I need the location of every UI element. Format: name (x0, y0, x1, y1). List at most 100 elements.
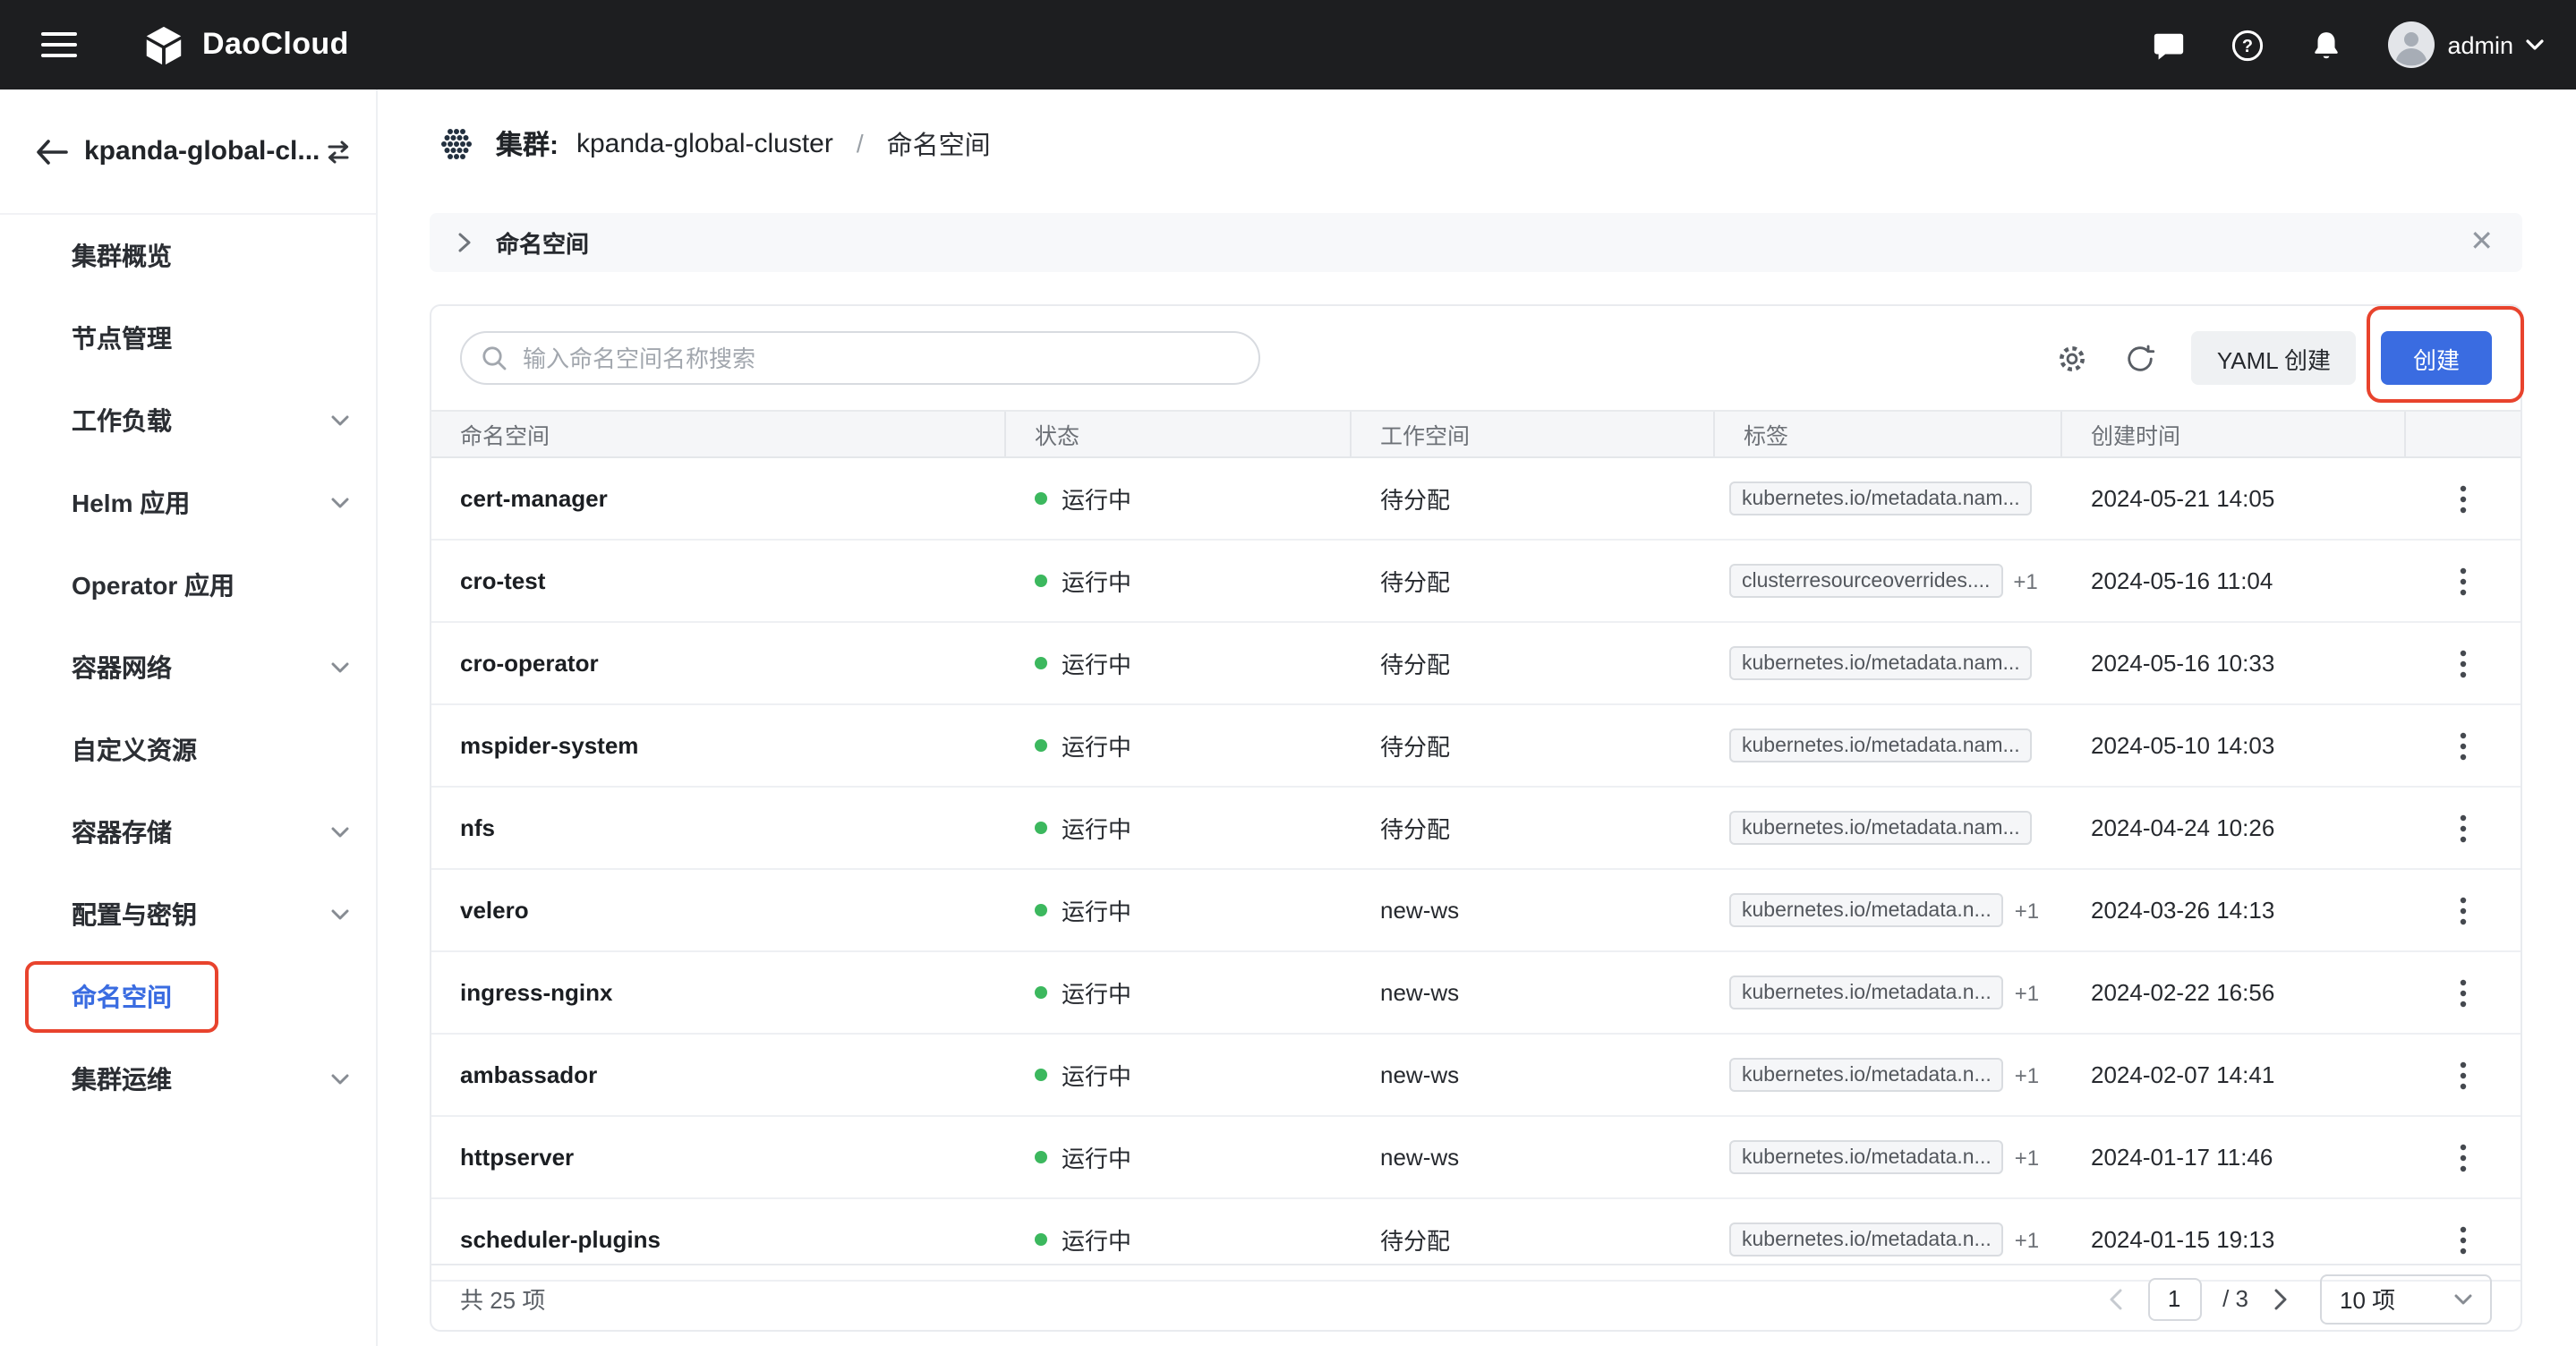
status-text: 运行中 (1062, 734, 1132, 761)
status-dot-icon (1035, 1233, 1047, 1246)
row-actions-kebab-icon[interactable] (2445, 889, 2481, 932)
label-extra-count: +1 (2014, 1062, 2040, 1087)
chevron-down-icon (331, 909, 349, 920)
create-button[interactable]: 创建 (2380, 331, 2492, 385)
help-icon[interactable]: ? (2231, 28, 2265, 62)
yaml-create-button[interactable]: YAML 创建 (2191, 331, 2356, 385)
back-arrow-icon[interactable] (36, 139, 68, 164)
status-text: 运行中 (1062, 899, 1132, 925)
messages-icon[interactable] (2152, 28, 2186, 62)
created-time: 2024-05-10 14:03 (2091, 732, 2275, 759)
daocloud-logo-icon (141, 22, 186, 67)
sidebar-item[interactable]: 容器网络 (0, 626, 376, 709)
next-page-icon[interactable] (2270, 1284, 2291, 1313)
notifications-bell-icon[interactable] (2309, 28, 2343, 62)
search-icon (482, 345, 507, 371)
row-actions-kebab-icon[interactable] (2445, 1136, 2481, 1179)
row-actions-kebab-icon[interactable] (2445, 477, 2481, 520)
row-actions-kebab-icon[interactable] (2445, 806, 2481, 849)
row-actions-kebab-icon[interactable] (2445, 1218, 2481, 1261)
status-dot-icon (1035, 1069, 1047, 1081)
namespace-name[interactable]: scheduler-plugins (460, 1226, 661, 1253)
row-actions-kebab-icon[interactable] (2445, 724, 2481, 767)
menu-toggle-icon[interactable] (38, 27, 81, 63)
chevron-down-icon (2454, 1293, 2472, 1304)
namespace-name[interactable]: cro-test (460, 567, 545, 594)
label-chip: kubernetes.io/metadata.nam... (1729, 646, 2033, 680)
user-menu[interactable]: admin (2388, 21, 2544, 68)
close-icon[interactable]: ✕ (2466, 225, 2497, 260)
namespace-name[interactable]: velero (460, 897, 529, 924)
namespace-name[interactable]: cro-operator (460, 650, 599, 677)
workspace-value: 待分配 (1380, 487, 1451, 514)
sidebar-item[interactable]: 配置与密钥 (0, 873, 376, 956)
sidebar-item[interactable]: 集群概览 (0, 215, 376, 297)
settings-gear-icon[interactable] (2051, 336, 2095, 380)
breadcrumb-current: 命名空间 (886, 132, 991, 160)
sidebar-item-label: 命名空间 (72, 983, 172, 1011)
sidebar-item[interactable]: 命名空间 (0, 956, 376, 1038)
column-header-actions (2406, 412, 2521, 456)
sidebar-item-label: Helm 应用 (72, 489, 191, 517)
workspace-value: new-ws (1380, 1061, 1460, 1088)
namespace-name[interactable]: httpserver (460, 1144, 574, 1171)
created-time: 2024-01-15 19:13 (2091, 1226, 2275, 1253)
table-row: httpserver 运行中 new-ws kubernetes.io/metadat… (431, 1117, 2521, 1199)
sidebar-item[interactable]: Helm 应用 (0, 462, 376, 544)
sidebar-item[interactable]: 自定义资源 (0, 709, 376, 791)
table-row: cert-manager 运行中 待分配 kubernetes.io/metadata… (431, 458, 2521, 541)
created-time: 2024-04-24 10:26 (2091, 814, 2275, 841)
workspace-value: new-ws (1380, 897, 1460, 924)
status-dot-icon (1035, 822, 1047, 834)
page-size-value: 10 项 (2340, 1287, 2396, 1314)
namespace-name[interactable]: ingress-nginx (460, 979, 613, 1006)
refresh-icon[interactable] (2119, 336, 2163, 380)
panel-tab: 命名空间 ✕ (430, 213, 2522, 272)
breadcrumb-separator: / (856, 129, 864, 158)
switch-cluster-icon[interactable] (320, 133, 355, 169)
avatar (2388, 21, 2435, 68)
namespace-name[interactable]: cert-manager (460, 485, 608, 512)
prev-page-icon[interactable] (2104, 1284, 2126, 1313)
chevron-down-icon (331, 827, 349, 838)
breadcrumb-prefix: 集群: (496, 130, 559, 160)
chevron-down-icon (2526, 39, 2544, 50)
sidebar-item[interactable]: 工作负载 (0, 379, 376, 462)
chevron-down-icon (331, 498, 349, 508)
page-size-select[interactable]: 10 项 (2320, 1274, 2492, 1324)
app-window: DaoCloud ? admin kpanda-global-cl... 集群概… (0, 0, 2576, 1346)
table-row: nfs 运行中 待分配 kubernetes.io/metadata.nam... 20… (431, 788, 2521, 870)
cluster-name: kpanda-global-cl... (84, 136, 320, 166)
chevron-right-icon[interactable] (455, 229, 474, 256)
created-time: 2024-03-26 14:13 (2091, 897, 2275, 924)
column-header: 标签 (1715, 412, 2062, 456)
workspace-value: new-ws (1380, 979, 1460, 1006)
status-dot-icon (1035, 986, 1047, 999)
sidebar-item[interactable]: Operator 应用 (0, 544, 376, 626)
chevron-down-icon (331, 662, 349, 673)
brand: DaoCloud (141, 22, 349, 67)
row-actions-kebab-icon[interactable] (2445, 642, 2481, 685)
sidebar-item[interactable]: 容器存储 (0, 791, 376, 873)
breadcrumb-cluster[interactable]: kpanda-global-cluster (576, 128, 833, 158)
created-time: 2024-02-22 16:56 (2091, 979, 2275, 1006)
search-input[interactable] (460, 331, 1260, 385)
sidebar-item[interactable]: 节点管理 (0, 297, 376, 379)
status-text: 运行中 (1062, 487, 1132, 514)
namespace-name[interactable]: nfs (460, 814, 495, 841)
page-input[interactable] (2147, 1277, 2202, 1320)
namespace-name[interactable]: ambassador (460, 1061, 597, 1088)
status-text: 运行中 (1062, 1228, 1132, 1255)
main-content: 集群: kpanda-global-cluster / 命名空间 命名空间 ✕ (378, 89, 2576, 1346)
label-chip: kubernetes.io/metadata.n... (1729, 1222, 2004, 1257)
row-actions-kebab-icon[interactable] (2445, 1053, 2481, 1096)
row-actions-kebab-icon[interactable] (2445, 971, 2481, 1014)
status-text: 运行中 (1062, 652, 1132, 678)
table-row: cro-operator 运行中 待分配 kubernetes.io/metadata… (431, 623, 2521, 705)
row-actions-kebab-icon[interactable] (2445, 559, 2481, 602)
namespace-name[interactable]: mspider-system (460, 732, 638, 759)
sidebar-item[interactable]: 集群运维 (0, 1038, 376, 1120)
brand-name: DaoCloud (202, 27, 349, 61)
workspace-value: 待分配 (1380, 652, 1451, 678)
created-time: 2024-05-16 10:33 (2091, 650, 2275, 677)
